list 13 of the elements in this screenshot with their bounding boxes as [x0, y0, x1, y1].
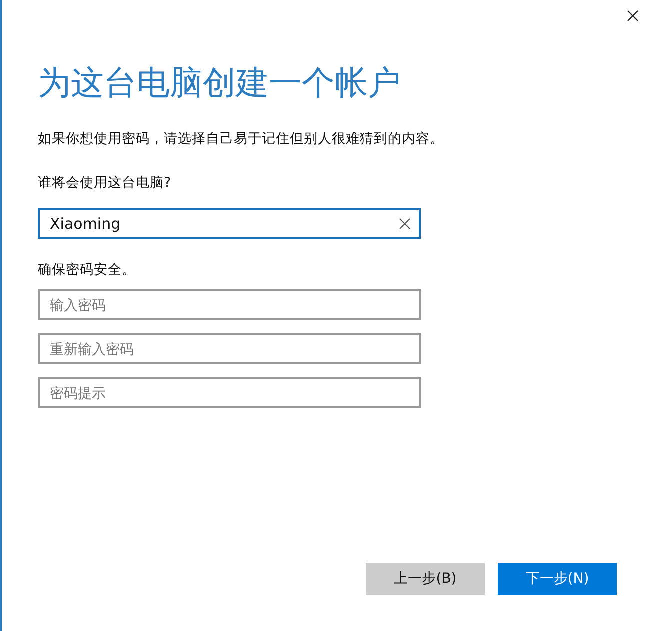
page-title: 为这台电脑创建一个帐户 [38, 62, 402, 104]
clear-icon[interactable] [399, 218, 411, 230]
description-text: 如果你想使用密码，请选择自己易于记住但别人很难猜到的内容。 [38, 130, 445, 148]
field-label: 谁将会使用这台电脑? [38, 174, 172, 192]
password-field[interactable]: 密码提示 [38, 377, 421, 408]
close-icon [626, 9, 640, 23]
next-button[interactable]: 下一步(N) [498, 563, 617, 595]
password-field[interactable]: 输入密码 [38, 289, 421, 320]
password-field[interactable]: 重新输入密码 [38, 333, 421, 364]
close-button[interactable] [626, 9, 640, 23]
back-button[interactable]: 上一步(B) [366, 563, 485, 595]
field-label: 确保密码安全。 [38, 261, 137, 279]
name-field[interactable]: Xiaoming [38, 208, 421, 239]
